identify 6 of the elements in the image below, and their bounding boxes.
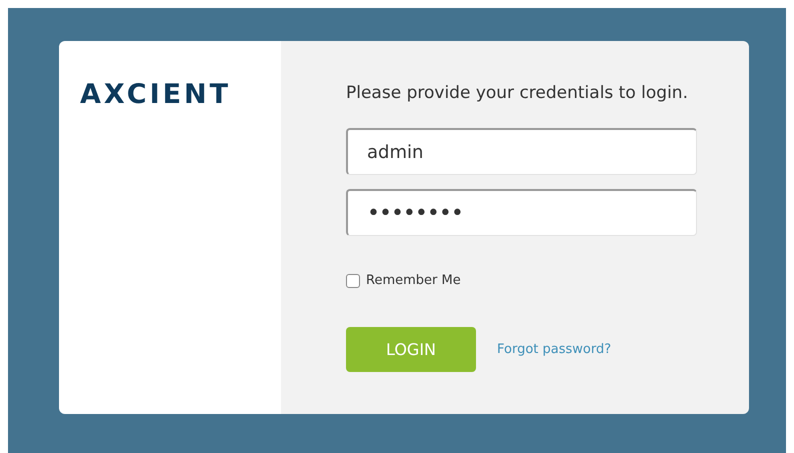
password-field[interactable]: ••••••••	[346, 189, 697, 236]
logo: AXCIENT	[80, 79, 232, 110]
username-field[interactable]: admin	[346, 128, 697, 175]
login-prompt: Please provide your credentials to login.	[346, 83, 689, 103]
remember-label: Remember Me	[366, 273, 461, 288]
remember-checkbox[interactable]	[346, 274, 360, 288]
